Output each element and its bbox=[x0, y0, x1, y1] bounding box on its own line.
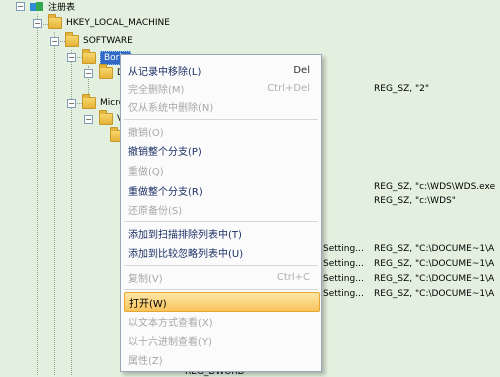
menu-item-copy[interactable]: 复制(V) Ctrl+C bbox=[124, 268, 318, 286]
menu-item-label: 以十六进制查看(Y) bbox=[128, 336, 212, 348]
value-row: REG_SZ, "c:\WDS" bbox=[374, 196, 456, 206]
menu-item-label: 添加到扫描排除列表中(T) bbox=[128, 229, 242, 241]
registry-icon bbox=[30, 1, 44, 13]
menu-item-label: 添加到比较忽略列表中(U) bbox=[128, 248, 244, 260]
folder-icon bbox=[99, 110, 113, 125]
menu-item-shortcut: Del bbox=[293, 64, 310, 76]
menu-item-label: 撤销(O) bbox=[128, 127, 164, 139]
folder-icon bbox=[48, 14, 62, 29]
menu-separator bbox=[124, 289, 318, 290]
menu-item-view-as-hex[interactable]: 以十六进制查看(Y) bbox=[124, 331, 318, 349]
tree-line bbox=[37, 14, 39, 375]
menu-item-label: 打开(W) bbox=[129, 298, 167, 310]
folder-icon bbox=[82, 94, 96, 109]
menu-item-label: 撤销整个分支(P) bbox=[128, 146, 202, 158]
menu-item-label: 从记录中移除(L) bbox=[128, 66, 202, 78]
menu-item-redo[interactable]: 重做(Q) bbox=[124, 161, 318, 179]
menu-item-shortcut: Ctrl+Del bbox=[267, 82, 310, 94]
collapse-toggle[interactable]: − bbox=[67, 53, 76, 62]
tree-node-label: HKEY_LOCAL_MACHINE bbox=[66, 18, 170, 28]
folder-icon bbox=[65, 32, 79, 47]
context-menu: 从记录中移除(L) Del 完全删除(M) Ctrl+Del 仅从系统中删除(N… bbox=[120, 54, 322, 372]
tree-node-microsoft[interactable]: Micro bbox=[82, 94, 124, 109]
tree-node-hklm[interactable]: HKEY_LOCAL_MACHINE bbox=[48, 14, 170, 29]
tree-node-label: 注册表 bbox=[48, 3, 76, 13]
menu-item-restore-backup[interactable]: 还原备份(S) bbox=[124, 200, 318, 218]
value-name: Setting... bbox=[323, 289, 364, 299]
value-row: REG_SZ, "C:\DOCUME~1\A bbox=[374, 289, 495, 299]
menu-item-label: 复制(V) bbox=[128, 273, 163, 285]
tree-node-label: SOFTWARE bbox=[83, 36, 133, 46]
collapse-toggle[interactable]: − bbox=[84, 69, 93, 78]
menu-item-add-scan-exclude[interactable]: 添加到扫描排除列表中(T) bbox=[124, 224, 318, 242]
menu-item-properties[interactable]: 属性(Z) bbox=[124, 350, 318, 368]
collapse-toggle[interactable]: − bbox=[16, 2, 25, 11]
collapse-toggle[interactable]: − bbox=[67, 99, 76, 108]
collapse-toggle[interactable]: − bbox=[84, 115, 93, 124]
menu-item-label: 完全删除(M) bbox=[128, 84, 185, 96]
collapse-toggle[interactable]: − bbox=[33, 19, 42, 28]
menu-item-label: 以文本方式查看(X) bbox=[128, 317, 213, 329]
menu-item-delete-from-system[interactable]: 仅从系统中删除(N) bbox=[124, 97, 318, 115]
tree-node-registry[interactable]: 注册表 bbox=[30, 0, 75, 13]
menu-item-undo-branch[interactable]: 撤销整个分支(P) bbox=[124, 141, 318, 159]
menu-item-view-as-text[interactable]: 以文本方式查看(X) bbox=[124, 312, 318, 330]
collapse-toggle[interactable]: − bbox=[50, 37, 59, 46]
menu-separator bbox=[124, 119, 318, 120]
menu-item-label: 重做(Q) bbox=[128, 166, 164, 178]
menu-separator bbox=[124, 265, 318, 266]
menu-item-label: 属性(Z) bbox=[128, 355, 163, 367]
folder-icon bbox=[99, 64, 113, 79]
menu-item-add-compare-ignore[interactable]: 添加到比较忽略列表中(U) bbox=[124, 243, 318, 261]
value-name: Setting... bbox=[323, 244, 364, 254]
menu-item-shortcut: Ctrl+C bbox=[276, 271, 310, 283]
tree-line bbox=[54, 32, 56, 375]
menu-item-label: 还原备份(S) bbox=[128, 205, 183, 217]
value-name: Setting... bbox=[323, 259, 364, 269]
value-name: Setting... bbox=[323, 274, 364, 284]
folder-icon bbox=[82, 49, 96, 64]
value-row: REG_SZ, "C:\DOCUME~1\A bbox=[374, 259, 495, 269]
value-row: REG_SZ, "C:\DOCUME~1\A bbox=[374, 274, 495, 284]
menu-separator bbox=[124, 221, 318, 222]
menu-item-delete-completely[interactable]: 完全删除(M) Ctrl+Del bbox=[124, 79, 318, 97]
menu-item-label: 仅从系统中删除(N) bbox=[128, 102, 214, 114]
menu-item-label: 重做整个分支(R) bbox=[128, 186, 203, 198]
value-row: REG_SZ, "c:\WDS\WDS.exe bbox=[374, 182, 496, 192]
menu-item-redo-branch[interactable]: 重做整个分支(R) bbox=[124, 181, 318, 199]
menu-item-remove-from-record[interactable]: 从记录中移除(L) Del bbox=[124, 61, 318, 79]
tree-node-software[interactable]: SOFTWARE bbox=[65, 32, 133, 47]
menu-item-undo[interactable]: 撤销(O) bbox=[124, 122, 318, 140]
value-row: REG_SZ, "C:\DOCUME~1\A bbox=[374, 244, 495, 254]
menu-item-open[interactable]: 打开(W) bbox=[124, 292, 320, 312]
value-row: REG_SZ, "2" bbox=[374, 84, 430, 94]
